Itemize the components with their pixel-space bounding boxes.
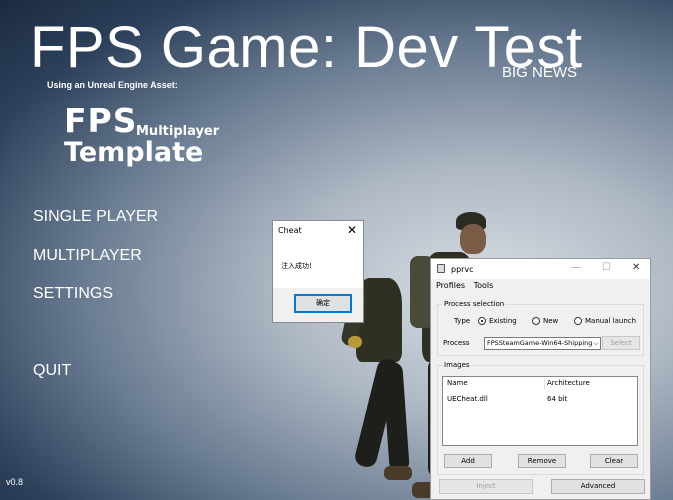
images-list[interactable]: Name Architecture UECheat.dll 64 bit <box>442 376 638 446</box>
logo-multiplayer: Multiplayer <box>136 124 220 139</box>
injector-window: pprvc — ☐ ✕ Profiles Tools Process selec… <box>430 258 651 500</box>
process-selection-caption: Process selection <box>443 300 506 308</box>
menu-multiplayer[interactable]: MULTIPLAYER <box>33 247 142 265</box>
radio-manual-launch[interactable]: Manual launch <box>574 317 636 325</box>
column-separator <box>544 378 545 389</box>
images-caption: Images <box>443 361 471 369</box>
radio-existing[interactable]: Existing <box>478 317 517 325</box>
radio-selected-icon <box>478 317 486 325</box>
process-select-value: FPSSteamGame-Win64-Shipping <box>487 339 593 347</box>
inject-button[interactable]: Inject <box>439 479 533 494</box>
radio-unselected-icon <box>532 317 540 325</box>
maximize-icon[interactable]: ☐ <box>602 262 611 273</box>
menu-single-player[interactable]: SINGLE PLAYER <box>33 208 158 226</box>
menu-profiles[interactable]: Profiles <box>436 281 465 290</box>
clear-button[interactable]: Clear <box>590 454 638 468</box>
close-icon[interactable]: ✕ <box>632 262 640 273</box>
image-architecture: 64 bit <box>547 395 568 403</box>
logo-template: Template <box>64 137 204 168</box>
advanced-button[interactable]: Advanced <box>551 479 645 494</box>
cheat-dialog-footer: 确定 <box>273 288 363 322</box>
column-name[interactable]: Name <box>447 379 468 387</box>
menu-tools[interactable]: Tools <box>474 281 494 290</box>
column-architecture[interactable]: Architecture <box>547 379 590 387</box>
game-title: FPS Game: Dev Test <box>30 15 583 80</box>
type-label: Type <box>454 317 471 325</box>
injector-title: pprvc <box>451 265 474 274</box>
radio-new-label: New <box>543 317 559 325</box>
menu-settings[interactable]: SETTINGS <box>33 285 113 303</box>
cheat-dialog-title: Cheat <box>278 226 302 235</box>
menu-quit[interactable]: QUIT <box>33 362 71 380</box>
injector-titlebar[interactable]: pprvc — ☐ ✕ <box>431 259 650 279</box>
cheat-dialog-message: 注入成功! <box>281 262 312 270</box>
ok-button[interactable]: 确定 <box>294 294 352 313</box>
cheat-dialog-titlebar[interactable]: Cheat ✕ <box>273 221 363 240</box>
select-process-button[interactable]: Select <box>602 336 640 350</box>
radio-manual-launch-label: Manual launch <box>585 317 637 325</box>
version-label: v0.8 <box>6 477 24 487</box>
injector-menubar: Profiles Tools <box>436 281 499 290</box>
process-select[interactable]: FPSSteamGame-Win64-Shipping ⌵ <box>484 337 601 350</box>
chevron-down-icon: ⌵ <box>593 340 598 347</box>
radio-new[interactable]: New <box>532 317 558 325</box>
remove-button[interactable]: Remove <box>518 454 566 468</box>
images-group: Images Name Architecture UECheat.dll 64 … <box>437 361 644 475</box>
add-button[interactable]: Add <box>444 454 492 468</box>
image-name: UECheat.dll <box>447 395 488 403</box>
app-icon <box>437 264 445 273</box>
radio-existing-label: Existing <box>489 317 517 325</box>
big-news-link[interactable]: BIG NEWS <box>502 64 577 81</box>
cheat-dialog: Cheat ✕ 注入成功! 确定 <box>272 220 364 323</box>
minimize-icon[interactable]: — <box>571 262 581 273</box>
radio-unselected-icon <box>574 317 582 325</box>
close-icon[interactable]: ✕ <box>347 223 357 237</box>
asset-credit: Using an Unreal Engine Asset: <box>47 80 178 90</box>
process-selection-group: Process selection Type Existing New Manu… <box>437 300 644 356</box>
process-label: Process <box>443 339 470 347</box>
template-logo: FPS Multiplayer Template <box>64 104 219 168</box>
